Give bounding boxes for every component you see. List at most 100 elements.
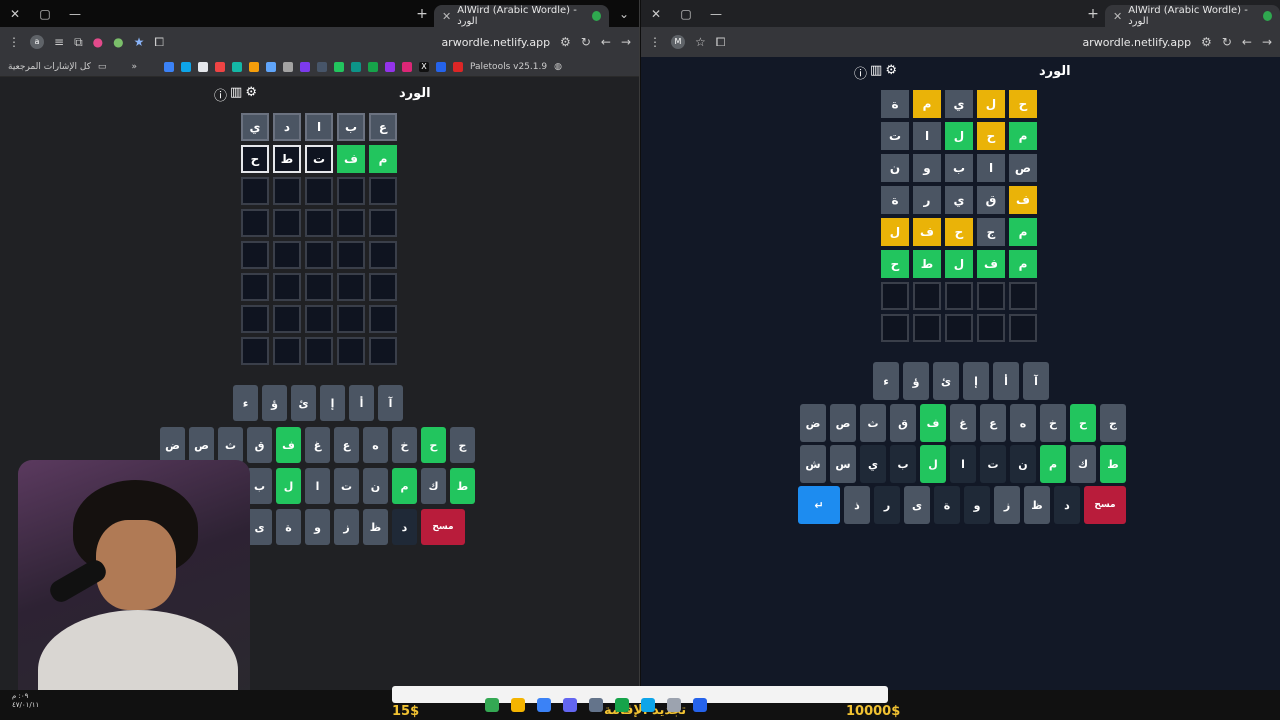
letter-key[interactable]: ك (1070, 445, 1096, 483)
letter-key[interactable]: و (305, 509, 330, 545)
install-app-icon[interactable]: ⧠ (154, 35, 164, 50)
letter-key[interactable]: ى (904, 486, 930, 524)
menu-icon[interactable]: ⋮ (649, 35, 661, 49)
app-icon[interactable] (537, 698, 551, 712)
x-icon[interactable]: X (418, 61, 429, 72)
delete-key[interactable]: مسح (1084, 486, 1126, 524)
letter-key[interactable]: ي (860, 445, 886, 483)
letter-key[interactable]: غ (305, 427, 330, 463)
letter-key[interactable]: و (964, 486, 990, 524)
letter-key[interactable]: أ (993, 362, 1019, 400)
letter-key[interactable]: ز (994, 486, 1020, 524)
extension-shield-icon[interactable]: ● (93, 35, 103, 49)
address-bar[interactable]: arwordle.netlify.app (441, 36, 550, 49)
letter-key[interactable]: ء (233, 385, 258, 421)
settings-icon[interactable]: ⚙ (245, 85, 257, 104)
letter-key[interactable]: غ (950, 404, 976, 442)
letter-key[interactable]: ح (1070, 404, 1096, 442)
profile-avatar[interactable]: a (30, 35, 44, 49)
letter-key[interactable]: ب (247, 468, 272, 504)
letter-key[interactable]: خ (392, 427, 417, 463)
letter-key[interactable]: أ (349, 385, 374, 421)
discord-icon[interactable] (563, 698, 577, 712)
letter-key[interactable]: ذ (844, 486, 870, 524)
forward-icon[interactable]: → (621, 35, 631, 49)
letter-key[interactable]: د (392, 509, 417, 545)
site-settings-icon[interactable]: ⚙ (1201, 35, 1212, 49)
chrome-icon[interactable] (485, 698, 499, 712)
bookmark-icon[interactable] (214, 61, 225, 72)
forward-icon[interactable]: → (1262, 35, 1272, 49)
letter-key[interactable]: آ (378, 385, 403, 421)
close-tab-icon[interactable]: ✕ (1113, 10, 1122, 23)
maximize-icon[interactable]: ▢ (671, 7, 701, 21)
paletools-link[interactable]: Paletools v25.1.9 (470, 62, 547, 72)
letter-key[interactable]: ؤ (262, 385, 287, 421)
letter-key[interactable]: ل (276, 468, 301, 504)
bookmark-icon[interactable] (350, 61, 361, 72)
all-bookmarks-link[interactable]: كل الإشارات المرجعية (8, 62, 91, 72)
bookmark-icon[interactable] (316, 61, 327, 72)
bookmark-icon[interactable] (231, 61, 242, 72)
letter-key[interactable]: م (1040, 445, 1066, 483)
letter-key[interactable]: آ (1023, 362, 1049, 400)
letter-key[interactable]: ة (276, 509, 301, 545)
chrome-icon[interactable] (615, 698, 629, 712)
letter-key[interactable]: ف (920, 404, 946, 442)
new-tab-button[interactable]: + (1081, 6, 1105, 22)
reload-icon[interactable]: ↻ (1222, 35, 1232, 49)
letter-key[interactable]: ط (1100, 445, 1126, 483)
bookmark-icon[interactable] (180, 61, 191, 72)
letter-key[interactable]: ى (247, 509, 272, 545)
letter-key[interactable]: ر (874, 486, 900, 524)
letter-key[interactable]: ن (363, 468, 388, 504)
bookmark-icon[interactable] (265, 61, 276, 72)
close-window-icon[interactable]: ✕ (0, 7, 30, 21)
letter-key[interactable]: ق (890, 404, 916, 442)
letter-key[interactable]: د (1054, 486, 1080, 524)
letter-key[interactable]: ا (305, 468, 330, 504)
letter-key[interactable]: ن (1010, 445, 1036, 483)
new-tab-button[interactable]: + (410, 6, 434, 22)
menu-icon[interactable]: ⋮ (8, 35, 20, 49)
letter-key[interactable]: ص (189, 427, 214, 463)
letter-key[interactable]: ء (873, 362, 899, 400)
bookmark-star-icon[interactable]: ☆ (695, 35, 706, 49)
stats-icon[interactable]: ▥ (870, 63, 882, 82)
letter-key[interactable]: ه (363, 427, 388, 463)
letter-key[interactable]: خ (1040, 404, 1066, 442)
enter-key[interactable]: ↵ (798, 486, 840, 524)
letter-key[interactable]: ث (860, 404, 886, 442)
letter-key[interactable]: س (830, 445, 856, 483)
youtube-icon[interactable] (452, 61, 463, 72)
app-icon[interactable] (641, 698, 655, 712)
reload-icon[interactable]: ↻ (581, 35, 591, 49)
letter-key[interactable]: ظ (1024, 486, 1050, 524)
bookmark-star-icon[interactable]: ★ (134, 35, 145, 49)
letter-key[interactable]: ز (334, 509, 359, 545)
letter-key[interactable]: ظ (363, 509, 388, 545)
bookmark-icon[interactable] (333, 61, 344, 72)
letter-key[interactable]: ف (276, 427, 301, 463)
letter-key[interactable]: ه (1010, 404, 1036, 442)
letter-key[interactable]: ئ (933, 362, 959, 400)
letter-key[interactable]: ع (980, 404, 1006, 442)
windows-start-icon[interactable] (693, 698, 707, 712)
delete-key[interactable]: مسح (421, 509, 465, 545)
minimize-icon[interactable]: — (60, 7, 90, 21)
back-icon[interactable]: ← (1242, 35, 1252, 49)
letter-key[interactable]: ئ (291, 385, 316, 421)
letter-key[interactable]: إ (963, 362, 989, 400)
profile-avatar[interactable]: M (671, 35, 685, 49)
file-explorer-icon[interactable] (511, 698, 525, 712)
letter-key[interactable]: ج (1100, 404, 1126, 442)
stats-icon[interactable]: ▥ (230, 85, 242, 104)
minimize-icon[interactable]: — (701, 7, 731, 21)
letter-key[interactable]: ح (421, 427, 446, 463)
letter-key[interactable]: ق (247, 427, 272, 463)
extension-badge-icon[interactable]: ● (113, 35, 123, 49)
browser-tab[interactable]: ✕ AlWird (Arabic Wordle) - الورد (1105, 5, 1280, 27)
letter-key[interactable]: ع (334, 427, 359, 463)
letter-key[interactable]: ا (950, 445, 976, 483)
tab-search-icon[interactable]: ⌄ (609, 7, 639, 21)
